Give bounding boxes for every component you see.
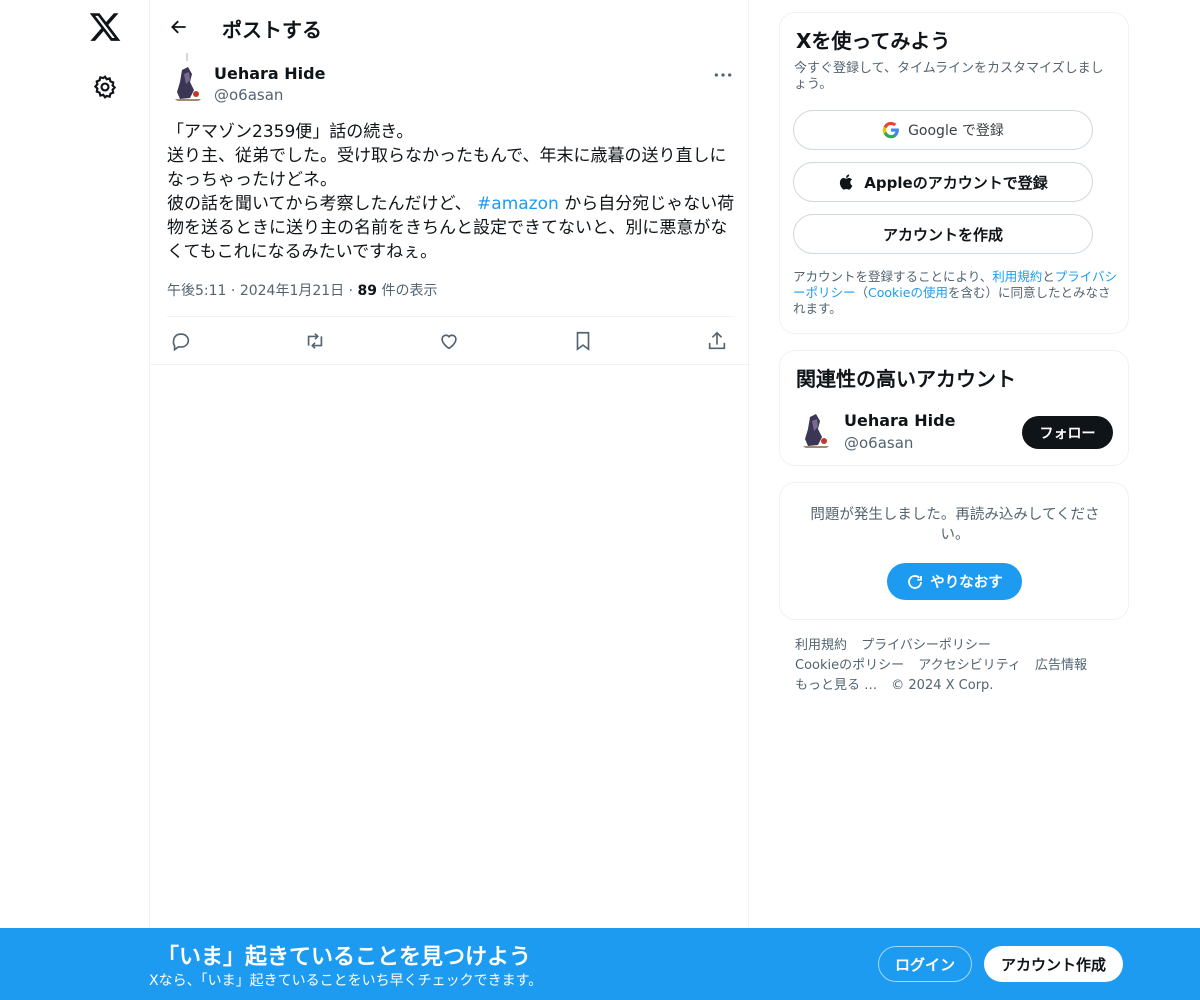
more-options-button[interactable] [708, 64, 738, 86]
banner-title: 「いま」起きていることを見つけよう [157, 945, 532, 970]
footer-row: 利用規約 プライバシーポリシー [795, 636, 1115, 656]
retry-button[interactable]: やりなおす [887, 563, 1022, 600]
related-account-handle[interactable]: @o6asan [844, 434, 913, 452]
tweet-meta: 午後5:11 · 2024年1月21日 · 89 件の表示 [167, 280, 437, 300]
main-column: ポストする Uehara Hide @o6asan 「アマゾン2359便」話の続… [149, 0, 750, 1000]
tweet-line: 「アマゾン2359便」話の続き。 [167, 122, 414, 142]
x-logo-icon[interactable] [88, 10, 122, 44]
like-button[interactable] [437, 329, 461, 353]
related-accounts-card: 関連性の高いアカウント Uehara Hide @o6asan フォロー [779, 350, 1129, 466]
google-icon [882, 121, 900, 139]
views-count: 89 [357, 283, 378, 299]
related-card-title: 関連性の高いアカウント [796, 367, 1016, 391]
signup-banner: 「いま」起きていることを見つけよう Xなら、「いま」起きていることをいち早くチェ… [0, 928, 1200, 1000]
retweet-icon [307, 333, 323, 349]
apple-icon [838, 173, 856, 191]
apple-signup-button[interactable]: Appleのアカウントで登録 [793, 162, 1093, 202]
refresh-icon [906, 573, 924, 591]
page-title: ポストする [222, 18, 322, 42]
avatar[interactable] [168, 64, 208, 104]
views-label: 件の表示 [381, 283, 438, 299]
tweet-line: なっちゃったけどネ。 [167, 170, 337, 190]
sidebar-footer: 利用規約 プライバシーポリシー Cookieのポリシー アクセシビリティ 広告情… [795, 636, 1115, 696]
error-card: 問題が発生しました。再読み込みしてください。 やりなおす [779, 482, 1129, 620]
share-icon [708, 331, 726, 350]
signup-legal-text: アカウントを登録することにより、利用規約とプライバシーポリシー（Cookieの使… [793, 269, 1119, 317]
footer-more-link[interactable]: もっと見る … [795, 678, 877, 693]
divider [150, 364, 750, 365]
tweet-line: 物を送るときに送り主の名前をきちんと設定できてないと、別に悪意がな [167, 218, 728, 238]
left-nav [0, 0, 150, 1000]
google-signup-button[interactable]: Google で登録 [793, 110, 1093, 150]
legal-text: （ [855, 285, 869, 300]
google-signup-label: Google で登録 [908, 123, 1004, 139]
meta-separator: · [348, 283, 354, 299]
tweet-text-segment: から自分宛じゃない荷 [558, 194, 735, 214]
banner-subtitle: Xなら、「いま」起きていることをいち早くチェックできます。 [149, 973, 543, 989]
tweet-line: 彼の話を聞いてから考察したんだけど、 #amazon から自分宛じゃない荷 [167, 192, 737, 216]
footer-row: もっと見る … © 2024 X Corp. [795, 676, 1115, 696]
more-icon [714, 73, 732, 77]
cookie-link[interactable]: Cookieの使用 [868, 285, 948, 300]
tweet-line: くてもこれになるみたいですねぇ。 [167, 242, 438, 262]
footer-ads-link[interactable]: 広告情報 [1035, 658, 1087, 673]
follow-button[interactable]: フォロー [1022, 416, 1113, 449]
signup-card: Xを使ってみよう 今すぐ登録して、タイムラインをカスタマイズしましょう。 Goo… [779, 12, 1129, 334]
footer-terms-link[interactable]: 利用規約 [795, 638, 847, 653]
author-handle[interactable]: @o6asan [214, 86, 283, 104]
like-icon [441, 334, 457, 350]
signup-button[interactable]: アカウント作成 [984, 946, 1123, 982]
tweet-text-segment: 彼の話を聞いてから考察したんだけど、 [167, 194, 478, 214]
meta-separator: · [230, 283, 236, 299]
top-bar: ポストする [150, 0, 750, 54]
retweet-button[interactable] [303, 329, 327, 353]
author-name[interactable]: Uehara Hide [214, 64, 325, 83]
legal-text: アカウントを登録することにより、 [793, 269, 993, 284]
error-message: 問題が発生しました。再読み込みしてください。 [810, 507, 1100, 543]
login-button[interactable]: ログイン [878, 946, 972, 982]
arrow-left-icon [171, 20, 186, 34]
back-button[interactable] [162, 10, 196, 44]
footer-copyright: © 2024 X Corp. [891, 678, 994, 693]
reply-icon [172, 333, 190, 352]
legal-text: と [1042, 269, 1055, 284]
bookmark-icon [576, 331, 590, 351]
footer-cookie-link[interactable]: Cookieのポリシー [795, 658, 904, 673]
retry-label: やりなおす [930, 575, 1003, 591]
bookmark-button[interactable] [571, 329, 595, 353]
tweet-actions [167, 316, 735, 364]
footer-row: Cookieのポリシー アクセシビリティ 広告情報 [795, 656, 1115, 676]
share-button[interactable] [705, 329, 729, 353]
tweet-author: Uehara Hide @o6asan [168, 60, 738, 110]
footer-accessibility-link[interactable]: アクセシビリティ [918, 658, 1021, 673]
terms-link[interactable]: 利用規約 [992, 269, 1042, 284]
hashtag-link[interactable]: #amazon [477, 194, 559, 214]
related-account-name[interactable]: Uehara Hide [844, 411, 955, 430]
tweet-time[interactable]: 午後5:11 [167, 283, 226, 299]
signup-description: 今すぐ登録して、タイムラインをカスタマイズしましょう。 [794, 61, 1104, 92]
reply-button[interactable] [169, 329, 193, 353]
tweet-line: 送り主、従弟でした。受け取らなかったもんで、年末に歳暮の送り直しに [167, 146, 727, 166]
create-account-button[interactable]: アカウントを作成 [793, 214, 1093, 254]
apple-signup-label: Appleのアカウントで登録 [864, 173, 1048, 192]
avatar[interactable] [796, 411, 836, 451]
footer-privacy-link[interactable]: プライバシーポリシー [861, 638, 991, 653]
tweet-date[interactable]: 2024年1月21日 [240, 283, 344, 299]
gear-icon[interactable] [92, 74, 118, 100]
signup-card-title: Xを使ってみよう [796, 29, 951, 53]
tweet-text: 「アマゾン2359便」話の続き。 送り主、従弟でした。受け取らなかったもんで、年… [167, 120, 737, 264]
